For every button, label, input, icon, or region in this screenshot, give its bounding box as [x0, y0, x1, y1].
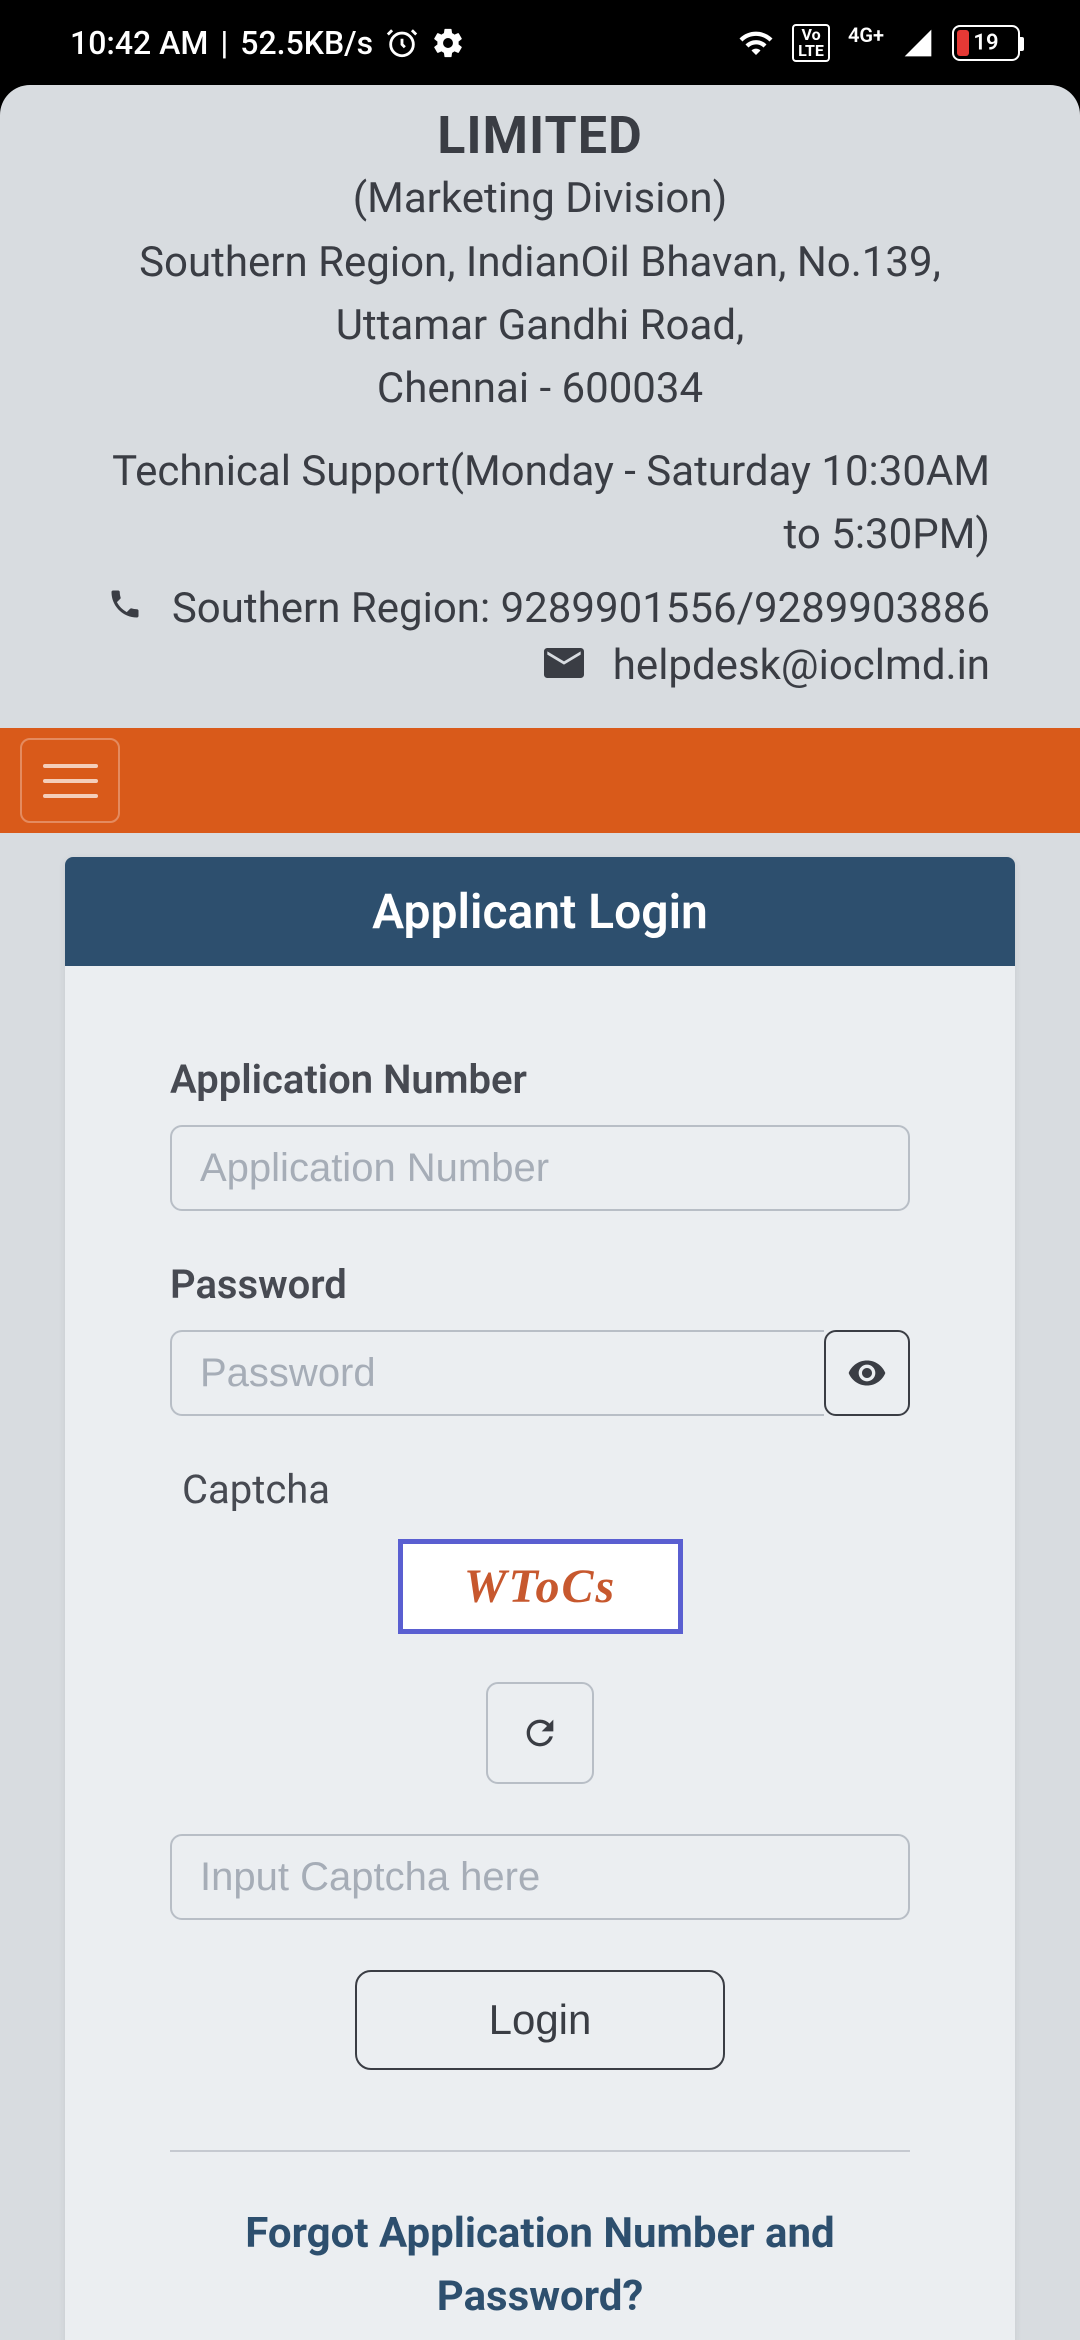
- password-input[interactable]: [170, 1330, 824, 1416]
- login-body: Application Number Password Captcha WToC…: [65, 966, 1015, 2340]
- battery-indicator: 19: [952, 25, 1020, 61]
- login-card: Applicant Login Application Number Passw…: [65, 857, 1015, 2340]
- captcha-group: Captcha WToCs: [170, 1466, 910, 1920]
- phone-number: Southern Region: 9289901556/9289903886: [172, 584, 990, 633]
- status-time: 10:42 AM: [70, 24, 208, 62]
- status-separator: |: [220, 24, 228, 62]
- envelope-icon: [544, 641, 594, 690]
- login-card-title: Applicant Login: [65, 857, 1015, 966]
- nav-bar: [0, 728, 1080, 833]
- org-address: Southern Region, IndianOil Bhavan, No.13…: [60, 231, 1020, 420]
- org-title: LIMITED: [60, 105, 1020, 166]
- captcha-image: WToCs: [398, 1539, 683, 1634]
- org-subtitle: (Marketing Division): [60, 174, 1020, 223]
- application-number-input[interactable]: [170, 1125, 910, 1211]
- network-type: 4G+: [848, 23, 884, 47]
- captcha-label: Captcha: [182, 1466, 910, 1513]
- status-left: 10:42 AM | 52.5KB/s: [70, 24, 465, 62]
- battery-percent: 19: [973, 30, 998, 55]
- status-right: Vo LTE 4G+ 19: [738, 24, 1020, 62]
- captcha-refresh-button[interactable]: [486, 1682, 594, 1784]
- phone-icon: [107, 584, 153, 633]
- password-label: Password: [170, 1261, 910, 1308]
- signal-icon: [902, 27, 934, 59]
- password-group: Password: [170, 1261, 910, 1416]
- refresh-icon: [520, 1713, 560, 1753]
- divider: [170, 2150, 910, 2152]
- login-button[interactable]: Login: [355, 1970, 725, 2070]
- captcha-input[interactable]: [170, 1834, 910, 1920]
- forgot-link[interactable]: Forgot Application Number and Password?: [170, 2202, 910, 2328]
- volte-icon: Vo LTE: [792, 24, 830, 62]
- support-hours: Technical Support(Monday - Saturday 10:3…: [60, 440, 1020, 566]
- settings-icon: [431, 26, 465, 60]
- menu-button[interactable]: [20, 738, 120, 823]
- phone-contact: Southern Region: 9289901556/9289903886: [60, 584, 1020, 633]
- app-container: LIMITED (Marketing Division) Southern Re…: [0, 85, 1080, 2340]
- application-number-label: Application Number: [170, 1056, 910, 1103]
- status-data-rate: 52.5KB/s: [240, 24, 373, 62]
- header-info: LIMITED (Marketing Division) Southern Re…: [0, 85, 1080, 728]
- email-address: helpdesk@ioclmd.in: [613, 641, 990, 690]
- email-contact: helpdesk@ioclmd.in: [60, 641, 1020, 690]
- status-bar: 10:42 AM | 52.5KB/s Vo LTE 4G+ 19: [0, 0, 1080, 85]
- toggle-password-button[interactable]: [824, 1330, 910, 1416]
- alarm-icon: [385, 26, 419, 60]
- application-number-group: Application Number: [170, 1056, 910, 1211]
- wifi-icon: [738, 25, 774, 61]
- eye-icon: [847, 1353, 887, 1393]
